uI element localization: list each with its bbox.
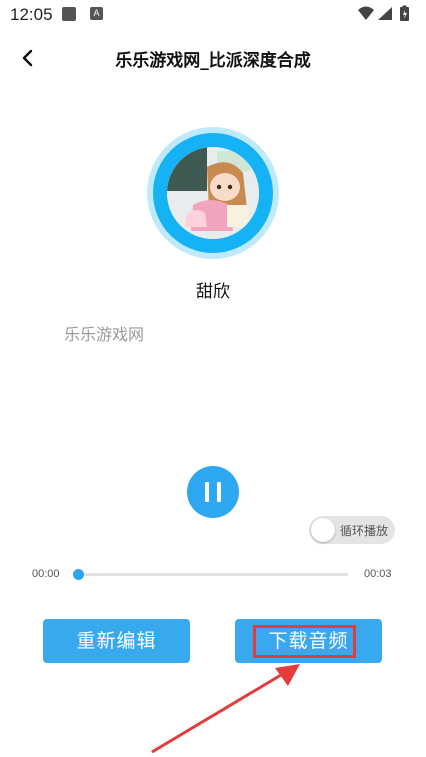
status-icons — [356, 5, 418, 23]
toggle-knob — [311, 518, 335, 542]
status-time: 12:05 — [10, 5, 53, 24]
current-time: 00:00 — [32, 568, 60, 580]
status-bar: 12:05 A — [0, 0, 426, 30]
progress-thumb[interactable] — [73, 569, 84, 580]
lyric-text: 乐乐游戏网 — [64, 325, 145, 344]
total-time: 00:03 — [364, 568, 392, 580]
accessibility-icon: A — [90, 7, 103, 20]
re-edit-button[interactable]: 重新编辑 — [43, 619, 190, 663]
progress-bar[interactable] — [78, 573, 348, 576]
loop-toggle[interactable]: 循环播放 — [309, 516, 395, 544]
top-bar: 乐乐游戏网_比派深度合成 — [0, 40, 426, 76]
album-disc — [147, 127, 279, 259]
song-name: 甜欣 — [196, 282, 230, 302]
page-title: 乐乐游戏网_比派深度合成 — [115, 51, 311, 71]
signal-icon — [378, 7, 392, 20]
battery-icon — [400, 5, 409, 21]
wifi-icon — [358, 6, 374, 20]
pause-icon — [205, 482, 209, 502]
highlight-box — [253, 625, 356, 658]
album-ring — [153, 133, 273, 253]
loop-label: 循环播放 — [340, 524, 389, 538]
pause-button[interactable] — [187, 466, 239, 518]
album-cover — [167, 147, 259, 239]
pause-icon — [217, 482, 221, 502]
notification-icon — [62, 7, 76, 21]
